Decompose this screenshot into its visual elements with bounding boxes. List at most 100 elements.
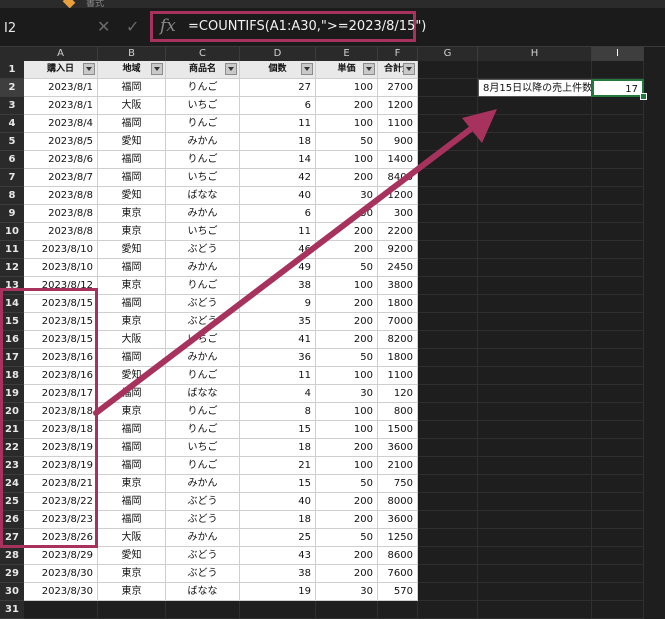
empty-cell[interactable] [418, 583, 478, 601]
empty-cell[interactable] [592, 277, 644, 295]
empty-cell[interactable] [592, 367, 644, 385]
quantity-cell[interactable]: 38 [240, 565, 316, 583]
empty-cell[interactable] [166, 601, 240, 619]
unit-price-cell[interactable]: 200 [316, 295, 378, 313]
region-cell[interactable]: 福岡 [98, 511, 166, 529]
column-header-i[interactable]: I [592, 47, 644, 61]
quantity-cell[interactable]: 21 [240, 457, 316, 475]
empty-cell[interactable] [418, 403, 478, 421]
table-header-cell[interactable]: 地域 [98, 61, 166, 79]
unit-price-cell[interactable]: 50 [316, 133, 378, 151]
total-cell[interactable]: 8000 [378, 493, 418, 511]
empty-cell[interactable] [418, 493, 478, 511]
region-cell[interactable]: 福岡 [98, 295, 166, 313]
product-cell[interactable]: りんご [166, 79, 240, 97]
purchase-date-cell[interactable]: 2023/8/19 [24, 439, 98, 457]
unit-price-cell[interactable]: 200 [316, 241, 378, 259]
quantity-cell[interactable]: 15 [240, 421, 316, 439]
column-header-c[interactable]: C [166, 47, 240, 61]
empty-cell[interactable] [418, 511, 478, 529]
empty-cell[interactable] [592, 205, 644, 223]
empty-cell[interactable] [478, 493, 592, 511]
product-cell[interactable]: ぶどう [166, 565, 240, 583]
table-header-cell[interactable]: 購入日 [24, 61, 98, 79]
empty-cell[interactable] [418, 385, 478, 403]
row-header[interactable]: 22 [0, 439, 24, 457]
empty-cell[interactable] [418, 259, 478, 277]
empty-cell[interactable] [418, 151, 478, 169]
table-header-cell[interactable]: 商品名 [166, 61, 240, 79]
empty-cell[interactable] [418, 169, 478, 187]
empty-cell[interactable] [592, 295, 644, 313]
empty-cell[interactable] [418, 313, 478, 331]
region-cell[interactable]: 東京 [98, 205, 166, 223]
empty-cell[interactable] [592, 493, 644, 511]
total-cell[interactable]: 1100 [378, 367, 418, 385]
fill-handle[interactable] [640, 93, 647, 100]
product-cell[interactable]: いちご [166, 97, 240, 115]
empty-cell[interactable] [478, 475, 592, 493]
purchase-date-cell[interactable]: 2023/8/7 [24, 169, 98, 187]
purchase-date-cell[interactable]: 2023/8/8 [24, 223, 98, 241]
product-cell[interactable]: ぶどう [166, 241, 240, 259]
region-cell[interactable]: 愛知 [98, 187, 166, 205]
purchase-date-cell[interactable]: 2023/8/1 [24, 79, 98, 97]
region-cell[interactable]: 福岡 [98, 439, 166, 457]
row-header[interactable]: 2 [0, 79, 24, 97]
total-cell[interactable]: 1250 [378, 529, 418, 547]
unit-price-cell[interactable]: 200 [316, 565, 378, 583]
product-cell[interactable]: りんご [166, 403, 240, 421]
product-cell[interactable]: いちご [166, 439, 240, 457]
unit-price-cell[interactable]: 200 [316, 331, 378, 349]
empty-cell[interactable] [592, 169, 644, 187]
name-box[interactable]: I2 [4, 21, 74, 36]
column-header-f[interactable]: F [378, 47, 418, 61]
total-cell[interactable]: 570 [378, 583, 418, 601]
region-cell[interactable]: 愛知 [98, 367, 166, 385]
unit-price-cell[interactable]: 100 [316, 79, 378, 97]
row-header[interactable]: 30 [0, 583, 24, 601]
purchase-date-cell[interactable]: 2023/8/6 [24, 151, 98, 169]
product-cell[interactable]: いちご [166, 331, 240, 349]
product-cell[interactable]: みかん [166, 529, 240, 547]
empty-cell[interactable] [98, 601, 166, 619]
empty-cell[interactable] [418, 349, 478, 367]
empty-cell[interactable] [478, 169, 592, 187]
empty-cell[interactable] [418, 79, 478, 97]
product-cell[interactable]: りんご [166, 421, 240, 439]
row-header[interactable]: 20 [0, 403, 24, 421]
total-cell[interactable]: 1100 [378, 115, 418, 133]
empty-cell[interactable] [592, 583, 644, 601]
unit-price-cell[interactable]: 200 [316, 439, 378, 457]
product-cell[interactable]: りんご [166, 367, 240, 385]
total-cell[interactable]: 1200 [378, 187, 418, 205]
purchase-date-cell[interactable]: 2023/8/26 [24, 529, 98, 547]
region-cell[interactable]: 東京 [98, 565, 166, 583]
region-cell[interactable]: 東京 [98, 313, 166, 331]
row-header[interactable]: 31 [0, 601, 24, 619]
unit-price-cell[interactable]: 100 [316, 457, 378, 475]
region-cell[interactable]: 福岡 [98, 151, 166, 169]
quantity-cell[interactable]: 43 [240, 547, 316, 565]
product-cell[interactable]: りんご [166, 457, 240, 475]
total-cell[interactable]: 3600 [378, 439, 418, 457]
region-cell[interactable]: 福岡 [98, 169, 166, 187]
empty-cell[interactable] [592, 97, 644, 115]
purchase-date-cell[interactable]: 2023/8/12 [24, 277, 98, 295]
empty-cell[interactable] [592, 565, 644, 583]
column-header-b[interactable]: B [98, 47, 166, 61]
empty-cell[interactable] [418, 223, 478, 241]
product-cell[interactable]: みかん [166, 205, 240, 223]
formula-input[interactable]: =COUNTIFS(A1:A30,">=2023/8/15") [188, 19, 426, 34]
empty-cell[interactable] [478, 601, 592, 619]
purchase-date-cell[interactable]: 2023/8/8 [24, 205, 98, 223]
total-cell[interactable]: 8200 [378, 331, 418, 349]
empty-cell[interactable] [418, 421, 478, 439]
empty-cell[interactable] [418, 115, 478, 133]
quantity-cell[interactable]: 9 [240, 295, 316, 313]
row-header[interactable]: 7 [0, 169, 24, 187]
unit-price-cell[interactable]: 50 [316, 475, 378, 493]
empty-cell[interactable] [418, 295, 478, 313]
filter-dropdown-icon[interactable] [363, 63, 375, 75]
empty-cell[interactable] [478, 403, 592, 421]
